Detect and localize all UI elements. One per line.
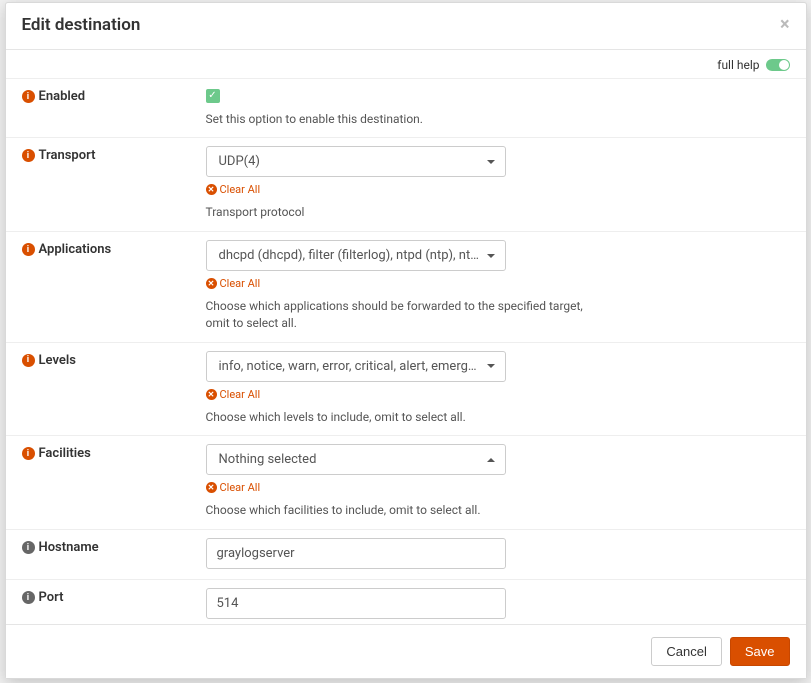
info-icon[interactable]: i bbox=[22, 591, 35, 604]
help-levels: Choose which levels to include, omit to … bbox=[206, 409, 586, 426]
row-port: i Port bbox=[6, 580, 806, 624]
row-levels: i Levels info, notice, warn, error, crit… bbox=[6, 343, 806, 437]
help-transport: Transport protocol bbox=[206, 204, 586, 221]
modal-header: Edit destination × bbox=[6, 3, 806, 50]
enabled-checkbox[interactable]: ✓ bbox=[206, 89, 220, 103]
clear-label: Clear All bbox=[220, 277, 261, 290]
row-transport: i Transport UDP(4) ✕ Clear All Transport… bbox=[6, 138, 806, 232]
label-enabled: Enabled bbox=[39, 89, 86, 104]
info-icon[interactable]: i bbox=[22, 149, 35, 162]
info-icon[interactable]: i bbox=[22, 243, 35, 256]
row-facilities: i Facilities Nothing selected ✕ Clear Al… bbox=[6, 436, 806, 530]
label-hostname: Hostname bbox=[39, 540, 99, 555]
clear-icon: ✕ bbox=[206, 278, 217, 289]
modal-footer: Cancel Save bbox=[6, 624, 806, 678]
cancel-button[interactable]: Cancel bbox=[651, 637, 721, 666]
full-help-toggle[interactable] bbox=[766, 59, 790, 71]
label-port: Port bbox=[39, 590, 64, 605]
port-input[interactable] bbox=[206, 588, 506, 619]
modal-body: full help i Enabled ✓ Set this option to… bbox=[6, 50, 806, 624]
row-enabled: i Enabled ✓ Set this option to enable th… bbox=[6, 79, 806, 138]
clear-facilities[interactable]: ✕ Clear All bbox=[206, 481, 261, 494]
clear-applications[interactable]: ✕ Clear All bbox=[206, 277, 261, 290]
info-icon[interactable]: i bbox=[22, 354, 35, 367]
info-icon[interactable]: i bbox=[22, 90, 35, 103]
clear-label: Clear All bbox=[220, 183, 261, 196]
info-icon[interactable]: i bbox=[22, 447, 35, 460]
label-applications: Applications bbox=[39, 242, 112, 257]
clear-levels[interactable]: ✕ Clear All bbox=[206, 388, 261, 401]
clear-icon: ✕ bbox=[206, 482, 217, 493]
applications-dropdown[interactable]: dhcpd (dhcpd), filter (filterlog), ntpd … bbox=[206, 240, 506, 271]
clear-label: Clear All bbox=[220, 388, 261, 401]
full-help-label: full help bbox=[717, 58, 759, 72]
edit-destination-modal: Edit destination × full help i Enabled ✓… bbox=[5, 2, 807, 679]
row-hostname: i Hostname bbox=[6, 530, 806, 580]
facilities-dropdown[interactable]: Nothing selected bbox=[206, 444, 506, 475]
help-bar: full help bbox=[6, 50, 806, 79]
hostname-input[interactable] bbox=[206, 538, 506, 569]
help-applications: Choose which applications should be forw… bbox=[206, 298, 586, 332]
help-enabled: Set this option to enable this destinati… bbox=[206, 111, 586, 128]
row-applications: i Applications dhcpd (dhcpd), filter (fi… bbox=[6, 232, 806, 343]
clear-label: Clear All bbox=[220, 481, 261, 494]
label-levels: Levels bbox=[39, 353, 76, 368]
info-icon[interactable]: i bbox=[22, 541, 35, 554]
save-button[interactable]: Save bbox=[730, 637, 790, 666]
clear-icon: ✕ bbox=[206, 389, 217, 400]
close-icon[interactable]: × bbox=[780, 16, 790, 34]
modal-title: Edit destination bbox=[22, 15, 141, 35]
levels-dropdown[interactable]: info, notice, warn, error, critical, ale… bbox=[206, 351, 506, 382]
label-facilities: Facilities bbox=[39, 446, 91, 461]
transport-dropdown[interactable]: UDP(4) bbox=[206, 146, 506, 177]
clear-transport[interactable]: ✕ Clear All bbox=[206, 183, 261, 196]
label-transport: Transport bbox=[39, 148, 96, 163]
clear-icon: ✕ bbox=[206, 184, 217, 195]
form-table: i Enabled ✓ Set this option to enable th… bbox=[6, 79, 806, 624]
help-facilities: Choose which facilities to include, omit… bbox=[206, 502, 586, 519]
